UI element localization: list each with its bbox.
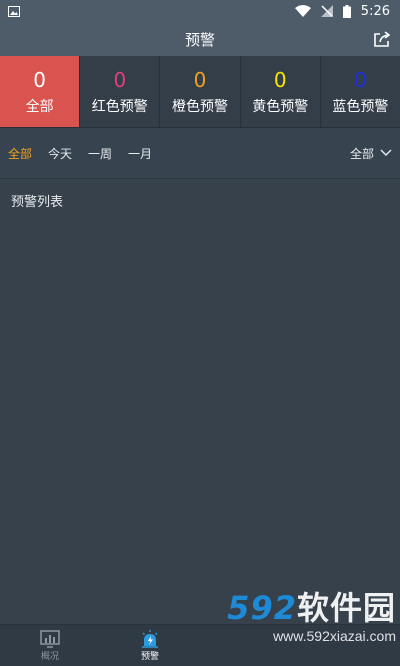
level-label: 黄色预警 bbox=[252, 98, 309, 115]
status-time: 5:26 bbox=[360, 3, 390, 19]
level-count: 0 bbox=[113, 67, 127, 92]
level-count: 0 bbox=[33, 67, 46, 92]
level-count: 0 bbox=[354, 67, 367, 92]
share-icon[interactable] bbox=[372, 29, 392, 49]
tab-warning[interactable]: 预警 bbox=[100, 625, 200, 666]
battery-icon bbox=[342, 4, 351, 18]
tab-label: 预警 bbox=[140, 651, 159, 662]
level-label: 红色预警 bbox=[91, 98, 148, 115]
time-filter-bar: 全部 今天 一周 一月 全部 bbox=[0, 128, 400, 178]
level-label: 橙色预警 bbox=[172, 98, 228, 115]
signal-off-icon bbox=[320, 5, 333, 17]
range-week[interactable]: 一周 bbox=[88, 145, 112, 162]
level-tab-all[interactable]: 0 全部 bbox=[0, 56, 81, 127]
scope-dropdown[interactable]: 全部 bbox=[350, 145, 392, 162]
app-bar: 预警 bbox=[0, 22, 400, 56]
status-bar: 5:26 bbox=[0, 0, 400, 22]
page-title: 预警 bbox=[184, 30, 215, 49]
level-count: 0 bbox=[273, 67, 287, 92]
time-range-options: 全部 今天 一周 一月 bbox=[8, 145, 152, 162]
warning-level-tabs: 0 全部 0 红色预警 0 橙色预警 0 黄色预警 0 蓝色预警 bbox=[0, 56, 400, 128]
level-label: 蓝色预警 bbox=[332, 98, 389, 115]
level-tab-blue[interactable]: 0 蓝色预警 bbox=[321, 56, 400, 127]
list-title: 预警列表 bbox=[11, 195, 64, 210]
warning-list: 预警列表 bbox=[0, 178, 400, 624]
chevron-down-icon bbox=[380, 149, 392, 156]
range-all[interactable]: 全部 bbox=[8, 145, 32, 162]
level-tab-red[interactable]: 0 红色预警 bbox=[80, 56, 161, 127]
chart-icon bbox=[40, 629, 60, 648]
image-icon bbox=[8, 5, 20, 17]
level-label: 全部 bbox=[25, 98, 54, 115]
scope-value: 全部 bbox=[349, 146, 374, 161]
bottom-tab-bar: 概况 预警 bbox=[0, 624, 400, 666]
wifi-icon bbox=[294, 5, 311, 17]
level-count: 0 bbox=[193, 67, 207, 92]
range-today[interactable]: 今天 bbox=[48, 145, 72, 162]
level-tab-orange[interactable]: 0 橙色预警 bbox=[160, 56, 241, 127]
tab-overview[interactable]: 概况 bbox=[0, 625, 100, 666]
range-month[interactable]: 一月 bbox=[128, 145, 152, 162]
tab-label: 概况 bbox=[40, 651, 59, 662]
level-tab-yellow[interactable]: 0 黄色预警 bbox=[241, 56, 321, 127]
alarm-icon bbox=[142, 629, 158, 648]
